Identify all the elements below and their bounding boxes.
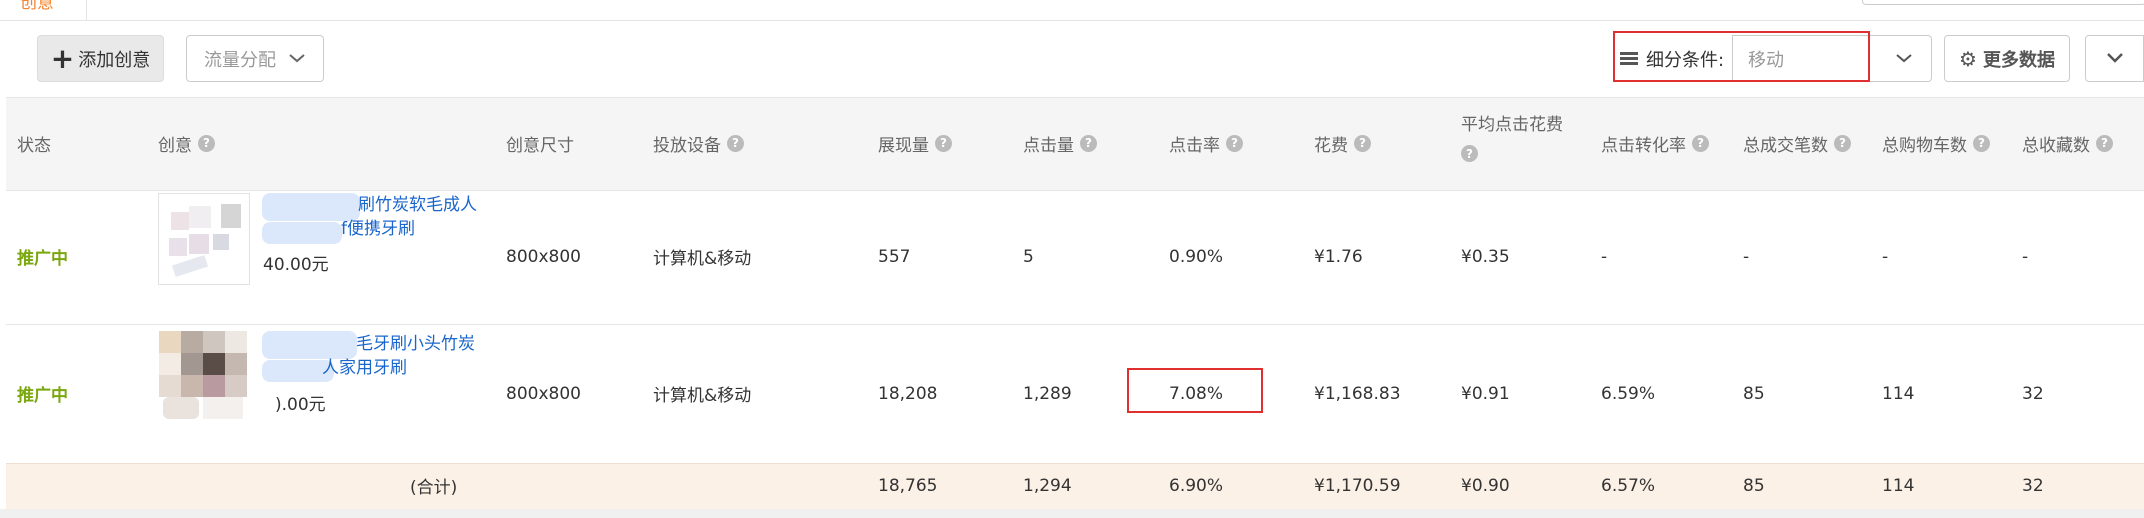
orders-cell: - bbox=[1743, 246, 1750, 267]
status-badge: 推广中 bbox=[17, 386, 68, 406]
avg-cpc-cell: ¥0.91 bbox=[1461, 383, 1510, 404]
total-impressions: 18,765 bbox=[878, 475, 938, 496]
help-icon[interactable]: ? bbox=[1461, 145, 1478, 162]
add-creative-label: 添加创意 bbox=[78, 49, 151, 71]
traffic-allocation-dropdown[interactable]: 流量分配 bbox=[186, 35, 324, 82]
clicks-cell: 5 bbox=[1023, 246, 1034, 267]
tab-creative[interactable]: 创意 bbox=[0, 0, 87, 20]
clicks-cell: 1,289 bbox=[1023, 383, 1072, 404]
size-cell: 800x800 bbox=[506, 383, 581, 404]
device-cell: 计算机&移动 bbox=[653, 249, 752, 269]
header-cost[interactable]: 花费? bbox=[1314, 97, 1371, 189]
carts-cell: - bbox=[1882, 246, 1889, 267]
help-icon[interactable]: ? bbox=[1973, 134, 1990, 152]
help-icon[interactable]: ? bbox=[1226, 134, 1243, 152]
total-row bbox=[6, 463, 2144, 510]
size-cell: 800x800 bbox=[506, 246, 581, 267]
creative-thumbnail[interactable] bbox=[158, 330, 250, 422]
bottom-bar bbox=[0, 509, 2144, 518]
ctr-highlight-box bbox=[1127, 368, 1263, 413]
creative-price: ).00元 bbox=[275, 395, 326, 415]
header-favorites[interactable]: 总收藏数? bbox=[2022, 97, 2113, 189]
orders-cell: 85 bbox=[1743, 383, 1765, 404]
status-badge: 推广中 bbox=[17, 249, 68, 269]
cvr-cell: 6.59% bbox=[1601, 383, 1656, 404]
header-avg-cpc[interactable]: 平均点击花费 ? bbox=[1461, 110, 1563, 162]
creative-thumbnail[interactable] bbox=[158, 193, 250, 285]
chevron-down-icon bbox=[1895, 48, 1913, 69]
header-carts[interactable]: 总购物车数? bbox=[1882, 97, 1990, 189]
header-size: 创意尺寸 bbox=[506, 135, 574, 156]
header-ctr[interactable]: 点击率? bbox=[1169, 97, 1243, 189]
more-data-label: 更多数据 bbox=[1982, 49, 2055, 71]
creative-title-link[interactable]: f便携牙刷 bbox=[341, 217, 415, 241]
total-cost: ¥1,170.59 bbox=[1314, 475, 1401, 496]
help-icon[interactable]: ? bbox=[1354, 134, 1371, 152]
impressions-cell: 18,208 bbox=[878, 383, 938, 404]
device-cell: 计算机&移动 bbox=[653, 386, 752, 406]
expand-toggle-button[interactable] bbox=[2085, 35, 2144, 82]
plus-icon: + bbox=[50, 41, 75, 75]
header-cvr[interactable]: 点击转化率? bbox=[1601, 97, 1709, 189]
creative-price: 40.00元 bbox=[263, 255, 329, 275]
help-icon[interactable]: ? bbox=[1834, 134, 1851, 152]
chevron-down-icon bbox=[2106, 48, 2124, 69]
help-icon[interactable]: ? bbox=[198, 134, 215, 152]
blurred-title bbox=[262, 331, 357, 359]
favorites-cell: 32 bbox=[2022, 383, 2044, 404]
carts-cell: 114 bbox=[1882, 383, 1915, 404]
total-label: (合计) bbox=[410, 478, 458, 498]
creative-title-link[interactable]: 毛牙刷小头竹炭 bbox=[356, 332, 475, 356]
gear-icon: ⚙ bbox=[1959, 46, 1977, 71]
top-right-control[interactable] bbox=[1862, 0, 2144, 5]
header-creative: 创意? bbox=[158, 97, 215, 189]
total-avg-cpc: ¥0.90 bbox=[1461, 475, 1510, 496]
total-ctr: 6.90% bbox=[1169, 475, 1224, 496]
segment-highlight-box bbox=[1613, 31, 1870, 82]
header-orders[interactable]: 总成交笔数? bbox=[1743, 97, 1851, 189]
help-icon[interactable]: ? bbox=[2096, 134, 2113, 152]
impressions-cell: 557 bbox=[878, 246, 911, 267]
avg-cpc-cell: ¥0.35 bbox=[1461, 246, 1510, 267]
more-data-button[interactable]: ⚙ 更多数据 bbox=[1944, 35, 2070, 82]
creative-title-link[interactable]: 人家用牙刷 bbox=[322, 356, 407, 380]
cvr-cell: - bbox=[1601, 246, 1608, 267]
header-status: 状态 bbox=[17, 135, 51, 156]
total-carts: 114 bbox=[1882, 475, 1915, 496]
total-cvr: 6.57% bbox=[1601, 475, 1656, 496]
blurred-title bbox=[262, 222, 342, 244]
help-icon[interactable]: ? bbox=[1692, 134, 1709, 152]
cost-cell: ¥1,168.83 bbox=[1314, 383, 1401, 404]
help-icon[interactable]: ? bbox=[727, 134, 744, 152]
favorites-cell: - bbox=[2022, 246, 2029, 267]
chevron-down-icon bbox=[288, 48, 306, 69]
total-favorites: 32 bbox=[2022, 475, 2044, 496]
ctr-cell: 0.90% bbox=[1169, 246, 1224, 267]
traffic-allocation-label: 流量分配 bbox=[204, 49, 276, 71]
cost-cell: ¥1.76 bbox=[1314, 246, 1363, 267]
tab-strip: 创意 bbox=[0, 0, 2144, 21]
total-orders: 85 bbox=[1743, 475, 1765, 496]
header-device: 投放设备? bbox=[653, 97, 744, 189]
help-icon[interactable]: ? bbox=[1080, 134, 1097, 152]
header-impressions[interactable]: 展现量? bbox=[878, 97, 952, 189]
creative-title-link[interactable]: 刷竹炭软毛成人 bbox=[358, 193, 477, 217]
tab-creative-label: 创意 bbox=[20, 0, 54, 13]
header-clicks[interactable]: 点击量? bbox=[1023, 97, 1097, 189]
help-icon[interactable]: ? bbox=[935, 134, 952, 152]
add-creative-button[interactable]: + 添加创意 bbox=[37, 35, 164, 82]
total-clicks: 1,294 bbox=[1023, 475, 1072, 496]
